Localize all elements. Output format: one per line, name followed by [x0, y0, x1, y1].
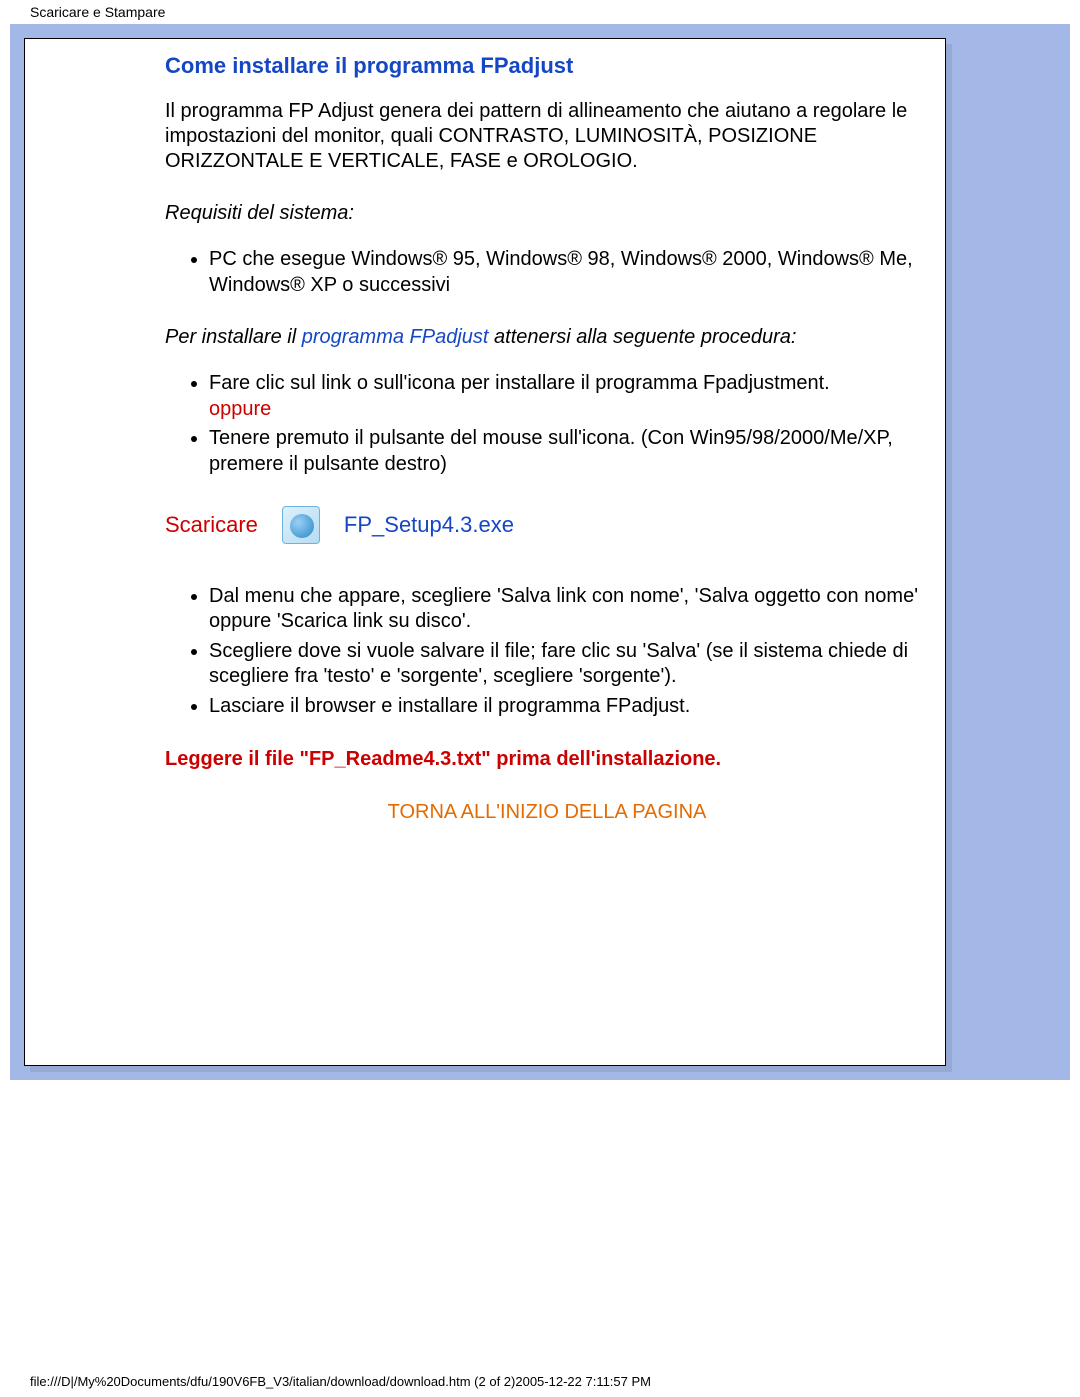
step-a1-text: Fare clic sul link o sull'icona per inst…	[209, 372, 830, 394]
list-item: Scegliere dove si vuole salvare il file;…	[209, 639, 929, 690]
content-body: Come installare il programma FPadjust Il…	[25, 39, 945, 844]
requirements-list: PC che esegue Windows® 95, Windows® 98, …	[165, 247, 929, 298]
list-item: Fare clic sul link o sull'icona per inst…	[209, 371, 929, 422]
list-item: Lasciare il browser e installare il prog…	[209, 694, 929, 720]
list-item: Dal menu che appare, scegliere 'Salva li…	[209, 584, 929, 635]
footer-path: file:///D|/My%20Documents/dfu/190V6FB_V3…	[30, 1374, 651, 1389]
installer-icon[interactable]	[282, 506, 320, 544]
install-pre: Per installare il	[165, 326, 302, 348]
steps-a-list: Fare clic sul link o sull'icona per inst…	[165, 371, 929, 477]
page: Scaricare e Stampare Come installare il …	[0, 0, 1080, 1397]
section-heading: Come installare il programma FPadjust	[165, 53, 929, 79]
download-file-link[interactable]: FP_Setup4.3.exe	[344, 512, 514, 538]
install-post: attenersi alla seguente procedura:	[488, 326, 796, 348]
list-item: PC che esegue Windows® 95, Windows® 98, …	[209, 247, 929, 298]
fpadjust-link[interactable]: programma FPadjust	[302, 326, 489, 348]
back-to-top-link[interactable]: TORNA ALL'INIZIO DELLA PAGINA	[388, 801, 707, 823]
requirements-title: Requisiti del sistema:	[165, 202, 929, 225]
back-to-top: TORNA ALL'INIZIO DELLA PAGINA	[165, 801, 929, 824]
install-instruction: Per installare il programma FPadjust att…	[165, 326, 929, 349]
readme-note: Leggere il file "FP_Readme4.3.txt" prima…	[165, 748, 929, 771]
outer-frame: Come installare il programma FPadjust Il…	[10, 24, 1070, 1080]
list-item: Tenere premuto il pulsante del mouse sul…	[209, 426, 929, 477]
steps-b-list: Dal menu che appare, scegliere 'Salva li…	[165, 584, 929, 720]
intro-paragraph: Il programma FP Adjust genera dei patter…	[165, 99, 929, 174]
step-a1-or: oppure	[209, 398, 271, 420]
content-panel: Come installare il programma FPadjust Il…	[24, 38, 946, 1066]
download-label: Scaricare	[165, 512, 258, 538]
page-header-title: Scaricare e Stampare	[30, 4, 165, 20]
download-row: Scaricare FP_Setup4.3.exe	[165, 506, 929, 544]
